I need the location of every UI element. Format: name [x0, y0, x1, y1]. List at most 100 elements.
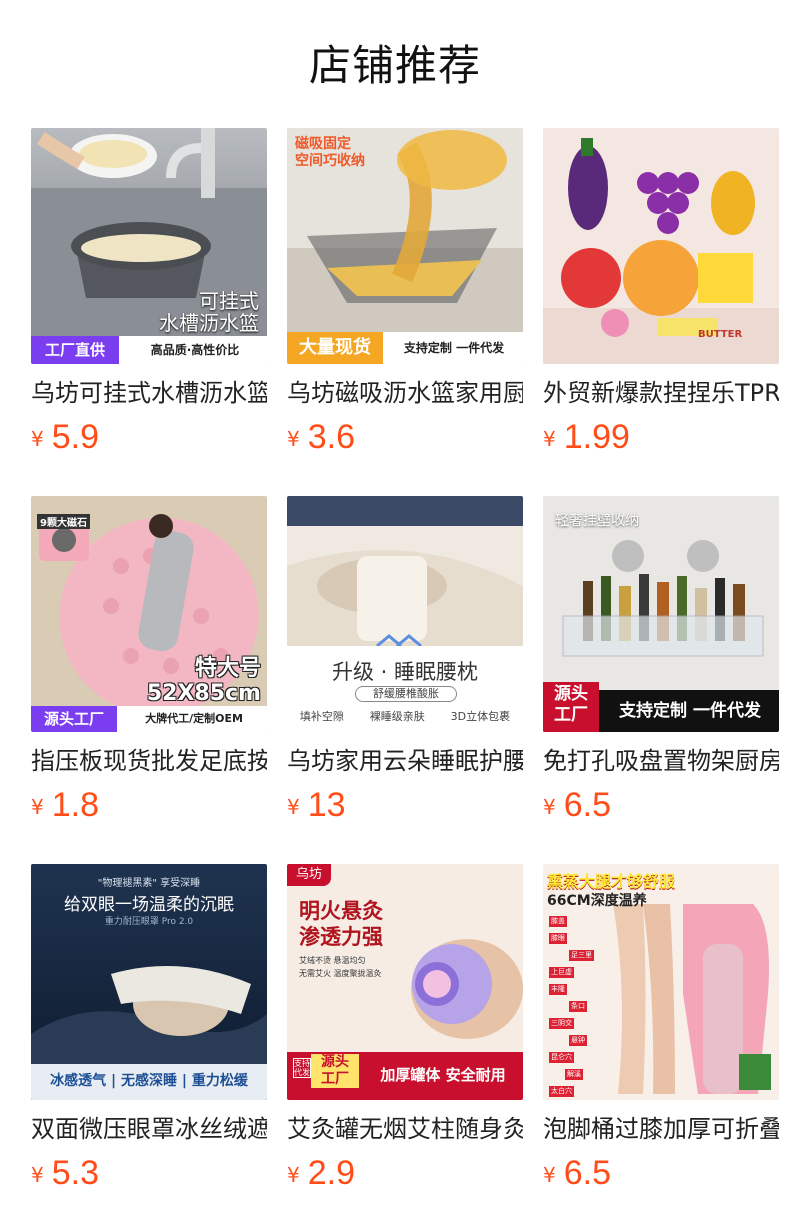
product-price: ¥1.8 [31, 784, 267, 826]
product-image[interactable]: 可挂式 水槽沥水篮 工厂直供 高品质·高性价比 [31, 128, 267, 364]
product-image[interactable]: 磁吸固定 空间巧收纳 大量现货 支持定制 一件代发 [287, 128, 523, 364]
product-card[interactable]: 升级 · 睡眠腰枕 舒缓腰椎酸胀 填补空隙 裸睡级亲肤 3D立体包裹 乌坊家用云… [287, 496, 523, 826]
acupoint-label: 丰隆 [549, 984, 567, 995]
product-price: ¥6.5 [543, 1152, 779, 1194]
price-value: 2.9 [307, 1154, 355, 1192]
product-image[interactable]: BUTTER [543, 128, 779, 364]
image-badge-right: 大牌代工/定制OEM [145, 712, 243, 725]
image-sub-text: 66CM深度温养 [547, 893, 647, 909]
image-badge-left: 源头工厂 [31, 706, 117, 732]
image-main-text: 升级 · 睡眠腰枕 [331, 660, 479, 684]
product-card[interactable]: 可挂式 水槽沥水篮 工厂直供 高品质·高性价比 乌坊可挂式水槽沥水篮 ¥5.9 [31, 128, 267, 458]
product-name[interactable]: 乌坊磁吸沥水篮家用厨房 [287, 376, 523, 410]
image-corner-text: 磁吸固定 空间巧收纳 [295, 136, 365, 169]
currency-symbol: ¥ [287, 795, 300, 819]
currency-symbol: ¥ [31, 427, 44, 451]
image-main-text: 给双眼一场温柔的沉眠 [64, 895, 234, 915]
currency-symbol: ¥ [543, 1163, 556, 1187]
price-value: 6.5 [563, 1154, 611, 1192]
brand-tag: 乌坊 [287, 864, 331, 886]
product-card[interactable]: BUTTER 外贸新爆款捏捏乐TPR ¥1.99 [543, 128, 779, 458]
currency-symbol: ¥ [31, 1163, 44, 1187]
image-feature: 填补空隙 [299, 710, 344, 723]
product-card[interactable]: 熏蒸大腿才够舒服 66CM深度温养 膝盖 膝眼 足三里 上巨虚 丰隆 条口 三阴… [543, 864, 779, 1194]
acupoint-label: 膝眼 [549, 933, 567, 944]
image-badge-right: 支持定制 一件代发 [619, 701, 761, 721]
acupoint-label: 三阴交 [549, 1018, 574, 1029]
page-title: 店铺推荐 [308, 41, 481, 90]
image-check-list: 艾绒不烫 悬温均匀 无需艾火 温度聚拢温灸 [299, 954, 382, 980]
product-name[interactable]: 乌坊家用云朵睡眠护腰枕 [287, 744, 523, 778]
image-main-text: 明火悬灸 渗透力强 [299, 898, 383, 949]
product-image[interactable]: 乌坊 明火悬灸 渗透力强 艾绒不烫 悬温均匀 无需艾火 温度聚拢温灸 支持代发 … [287, 864, 523, 1100]
product-name[interactable]: 艾灸罐无烟艾柱随身灸 [287, 1112, 523, 1146]
image-badge-left: 大量现货 [287, 332, 383, 364]
acupoint-label: 条口 [569, 1001, 587, 1012]
image-badge-left: 源头 工厂 [311, 1054, 359, 1088]
image-side-text: 支持代发 [293, 1058, 311, 1078]
product-card[interactable]: "物理褪黑素" 享受深睡 给双眼一场温柔的沉眠 重力耐压眼罩 Pro 2.0 冰… [31, 864, 267, 1194]
currency-symbol: ¥ [31, 795, 44, 819]
image-main-text: 特大号 52X85cm [146, 656, 261, 706]
product-card[interactable]: 9颗大磁石 特大号 52X85cm 源头工厂 大牌代工/定制OEM 指压板现货批… [31, 496, 267, 826]
image-tag-text: BUTTER [698, 329, 743, 340]
price-value: 1.99 [563, 418, 630, 456]
price-value: 6.5 [563, 786, 611, 824]
currency-symbol: ¥ [287, 427, 300, 451]
image-badge-right: 支持定制 一件代发 [403, 341, 505, 355]
image-badge-left: 工厂直供 [31, 336, 119, 364]
product-name[interactable]: 双面微压眼罩冰丝绒遮光 [31, 1112, 267, 1146]
acupoint-list: 膝盖 膝眼 足三里 上巨虚 丰隆 条口 三阴交 悬钟 昆仑穴 解溪 太白穴 [549, 916, 594, 1097]
image-main-text: 可挂式 水槽沥水篮 [159, 289, 259, 335]
acupoint-label: 太白穴 [549, 1086, 574, 1097]
product-price: ¥2.9 [287, 1152, 523, 1194]
product-price: ¥5.3 [31, 1152, 267, 1194]
image-tiny-text: 重力耐压眼罩 Pro 2.0 [104, 917, 194, 927]
image-feature: 3D立体包裹 [450, 710, 511, 723]
product-name[interactable]: 免打孔吸盘置物架厨房 [543, 744, 779, 778]
product-image[interactable]: 轻奢挂壁收纳 源头 工厂 支持定制 一件代发 [543, 496, 779, 732]
currency-symbol: ¥ [543, 795, 556, 819]
price-value: 3.6 [307, 418, 355, 456]
image-bottom-text: 冰感透气 | 无感深睡 | 重力松缓 [50, 1073, 248, 1089]
currency-symbol: ¥ [287, 1163, 300, 1187]
product-price: ¥1.99 [543, 416, 779, 458]
image-check-item: 无需艾火 温度聚拢温灸 [299, 969, 382, 978]
product-price: ¥13 [287, 784, 523, 826]
product-card[interactable]: 磁吸固定 空间巧收纳 大量现货 支持定制 一件代发 乌坊磁吸沥水篮家用厨房 ¥3… [287, 128, 523, 458]
price-value: 1.8 [51, 786, 99, 824]
price-value: 13 [307, 786, 346, 824]
product-name[interactable]: 外贸新爆款捏捏乐TPR [543, 376, 779, 410]
price-value: 5.3 [51, 1154, 99, 1192]
product-price: ¥3.6 [287, 416, 523, 458]
product-name[interactable]: 泡脚桶过膝加厚可折叠 [543, 1112, 779, 1146]
product-image[interactable]: "物理褪黑素" 享受深睡 给双眼一场温柔的沉眠 重力耐压眼罩 Pro 2.0 冰… [31, 864, 267, 1100]
product-name[interactable]: 乌坊可挂式水槽沥水篮 [31, 376, 267, 410]
product-card[interactable]: 轻奢挂壁收纳 源头 工厂 支持定制 一件代发 免打孔吸盘置物架厨房 ¥6.5 [543, 496, 779, 826]
acupoint-label: 上巨虚 [549, 967, 574, 978]
image-top-text: "物理褪黑素" 享受深睡 [97, 878, 201, 889]
acupoint-label: 解溪 [565, 1069, 583, 1080]
image-sub-text: 舒缓腰椎酸胀 [355, 686, 457, 702]
image-corner-text: 9颗大磁石 [37, 514, 90, 529]
image-main-text: 熏蒸大腿才够舒服 [547, 872, 676, 891]
image-feature-row: 填补空隙 裸睡级亲肤 3D立体包裹 [287, 708, 523, 724]
product-image[interactable]: 升级 · 睡眠腰枕 舒缓腰椎酸胀 填补空隙 裸睡级亲肤 3D立体包裹 [287, 496, 523, 732]
product-name[interactable]: 指压板现货批发足底按摩 [31, 744, 267, 778]
image-badge-right: 高品质·高性价比 [150, 343, 240, 357]
image-corner-text: 轻奢挂壁收纳 [555, 513, 639, 529]
acupoint-label: 膝盖 [549, 916, 567, 927]
image-badge-right: 加厚罐体 安全耐用 [380, 1066, 506, 1084]
product-price: ¥6.5 [543, 784, 779, 826]
image-check-item: 艾绒不烫 悬温均匀 [299, 956, 366, 965]
price-value: 5.9 [51, 418, 99, 456]
image-badge-left: 源头 工厂 [543, 682, 599, 732]
acupoint-label: 昆仑穴 [549, 1052, 574, 1063]
product-image[interactable]: 熏蒸大腿才够舒服 66CM深度温养 膝盖 膝眼 足三里 上巨虚 丰隆 条口 三阴… [543, 864, 779, 1100]
currency-symbol: ¥ [543, 427, 556, 451]
product-image[interactable]: 9颗大磁石 特大号 52X85cm 源头工厂 大牌代工/定制OEM [31, 496, 267, 732]
image-feature: 裸睡级亲肤 [369, 710, 425, 723]
product-price: ¥5.9 [31, 416, 267, 458]
product-card[interactable]: 乌坊 明火悬灸 渗透力强 艾绒不烫 悬温均匀 无需艾火 温度聚拢温灸 支持代发 … [287, 864, 523, 1194]
acupoint-label: 悬钟 [569, 1035, 587, 1046]
